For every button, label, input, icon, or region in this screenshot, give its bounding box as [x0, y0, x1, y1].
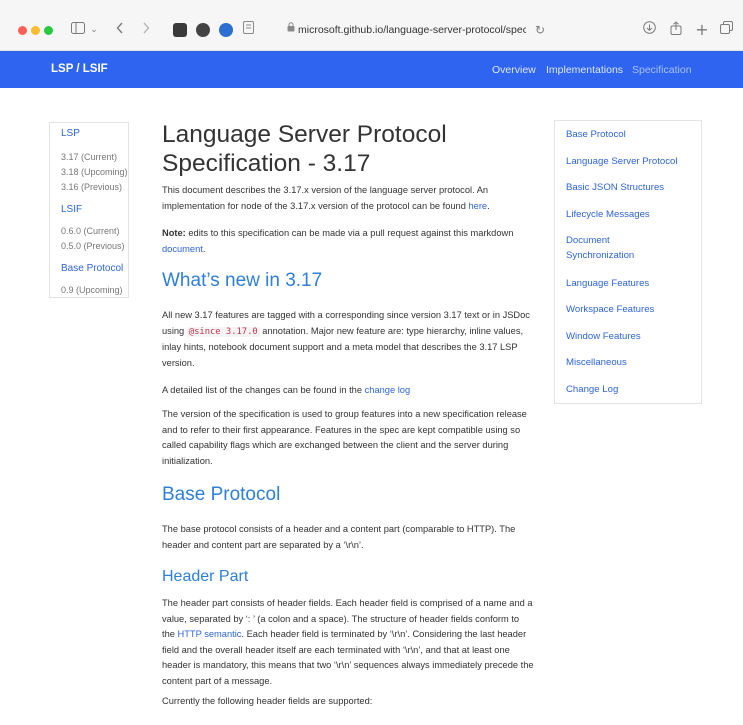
toc-section-link[interactable]: Change Log [566, 382, 618, 397]
page-title: Language Server Protocol Specification -… [162, 121, 447, 177]
changes-paragraph: A detailed list of the changes can be fo… [162, 385, 411, 395]
minimize-window-button[interactable] [31, 26, 40, 35]
toc-lsp[interactable]: LSP [61, 128, 80, 139]
intro-paragraph: This document describes the 3.17.x versi… [162, 185, 490, 211]
toc-section-link[interactable]: Document Synchronization [566, 233, 662, 263]
base-protocol-paragraph: The base protocol consists of a header a… [162, 524, 516, 550]
share-icon[interactable] [669, 21, 683, 39]
reload-icon[interactable]: ↻ [533, 21, 547, 39]
nav-link-specification[interactable]: Specification [632, 64, 692, 76]
toc-section-link[interactable]: Language Features [566, 276, 649, 291]
toc-lsif-version[interactable]: 0.6.0 (Current) [61, 226, 120, 236]
zoom-window-button[interactable] [44, 26, 53, 35]
toc-section-link[interactable]: Language Server Protocol [566, 154, 677, 169]
tab-overview-icon[interactable] [719, 21, 733, 39]
toc-section-link[interactable]: Workspace Features [566, 302, 654, 317]
toc-section-link[interactable]: Window Features [566, 329, 641, 344]
here-link[interactable]: here [469, 201, 488, 211]
tab-favicon-3[interactable] [219, 23, 233, 37]
supported-fields-paragraph: Currently the following header fields ar… [162, 696, 373, 706]
toc-section-link[interactable]: Lifecycle Messages [566, 207, 650, 222]
base-protocol-heading: Base Protocol [162, 484, 281, 505]
toc-lsif[interactable]: LSIF [61, 204, 82, 215]
url-text: microsoft.github.io/language-server-prot… [298, 24, 526, 36]
download-icon[interactable] [642, 21, 656, 39]
nav-link-implementations[interactable]: Implementations [546, 64, 623, 76]
tab-favicon-1[interactable] [173, 23, 187, 37]
sidebar-toggle-icon[interactable] [70, 21, 86, 39]
version-sidebar: LSP 3.17 (Current) 3.18 (Upcoming) 3.16 … [49, 122, 129, 298]
version-paragraph: The version of the specification is used… [162, 409, 527, 466]
tab-favicon-2[interactable] [196, 23, 210, 37]
site-navbar: LSP / LSIF Overview Implementations Spec… [0, 51, 743, 88]
site-brand[interactable]: LSP / LSIF [51, 63, 108, 75]
toc-section-link[interactable]: Base Protocol [566, 127, 626, 142]
document-link[interactable]: document [162, 244, 203, 254]
chevron-down-icon[interactable]: ⌄ [89, 21, 99, 39]
change-log-link[interactable]: change log [365, 385, 411, 395]
header-part-paragraph: The header part consists of header field… [162, 598, 534, 686]
reader-icon[interactable] [241, 21, 255, 39]
toc-section-link[interactable]: Miscellaneous [566, 355, 627, 370]
toc-base-version[interactable]: 0.9 (Upcoming) [61, 285, 123, 295]
toc-lsp-version[interactable]: 3.18 (Upcoming) [61, 167, 128, 177]
whats-new-heading: What’s new in 3.17 [162, 270, 323, 291]
close-window-button[interactable] [18, 26, 27, 35]
header-part-heading: Header Part [162, 568, 249, 585]
toc-section-link[interactable]: Basic JSON Structures [566, 180, 664, 195]
whats-new-paragraph: All new 3.17 features are tagged with a … [162, 310, 530, 368]
nav-link-overview[interactable]: Overview [492, 64, 536, 76]
toc-lsif-version[interactable]: 0.5.0 (Previous) [61, 241, 125, 251]
toc-lsp-version[interactable]: 3.16 (Previous) [61, 182, 122, 192]
forward-button[interactable] [140, 21, 152, 39]
http-semantic-link[interactable]: HTTP semantic [178, 629, 242, 639]
browser-window: ⌄ microsoft.github.io/language-server-pr… [0, 0, 743, 725]
lock-icon [286, 21, 296, 39]
toc-base-protocol[interactable]: Base Protocol [61, 263, 123, 274]
back-button[interactable] [114, 21, 126, 39]
since-code: @since 3.17.0 [186, 326, 260, 337]
toc-lsp-version[interactable]: 3.17 (Current) [61, 152, 117, 162]
browser-toolbar: ⌄ microsoft.github.io/language-server-pr… [0, 0, 743, 51]
new-tab-icon[interactable]: + [695, 21, 709, 39]
section-sidebar: Base Protocol Language Server Protocol B… [554, 120, 702, 404]
note-paragraph: Note: edits to this specification can be… [162, 228, 514, 254]
